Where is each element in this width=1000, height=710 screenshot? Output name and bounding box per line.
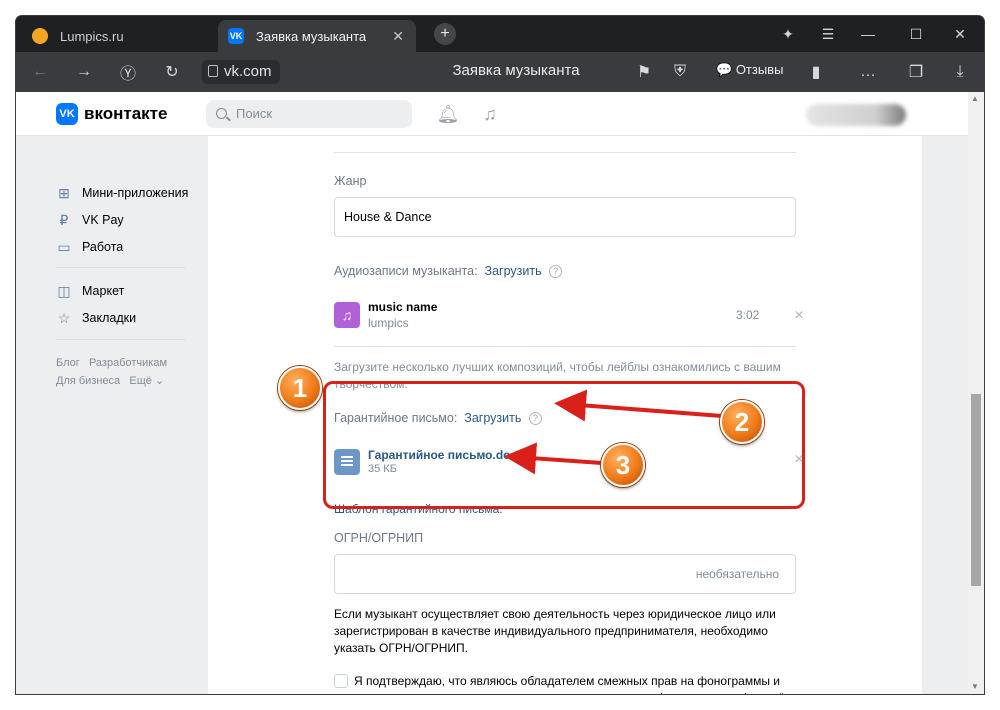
track-divider (334, 346, 796, 347)
vertical-scrollbar[interactable]: ▲ ▼ (968, 92, 984, 694)
sidebar-item-label: Мини-приложения (82, 186, 189, 200)
track-name: music name (368, 300, 438, 314)
page-title: Заявка музыканта (452, 62, 580, 79)
developers-link[interactable]: Разработчикам (89, 357, 167, 369)
close-tab-icon[interactable]: ✕ (392, 28, 404, 45)
scroll-up-icon[interactable]: ▲ (971, 94, 979, 103)
search-placeholder: Поиск (236, 106, 273, 121)
star-icon: ☆ (57, 309, 71, 326)
annotation-marker-3: 3 (601, 443, 645, 487)
sidebar-item-vk-pay[interactable]: ₽ VK Pay (56, 209, 124, 231)
audio-label-row: Аудиозаписи музыканта: Загрузить ? (334, 264, 563, 278)
lumpics-favicon-icon (32, 28, 48, 44)
new-tab-button[interactable]: + (434, 23, 456, 45)
ogrn-placeholder: необязательно (695, 567, 779, 581)
annotation-marker-1: 1 (278, 366, 322, 410)
ogrn-field[interactable]: необязательно (334, 554, 796, 594)
profile-menu[interactable] (806, 104, 906, 126)
genre-field[interactable]: House & Dance (334, 197, 796, 237)
sidebar-item-label: Закладки (82, 311, 137, 325)
scroll-down-icon[interactable]: ▼ (971, 682, 979, 691)
tab-label: Заявка музыканта (256, 28, 367, 44)
vk-header: VK вконтакте Поиск 🔔︎ ♫ (16, 92, 968, 136)
rights-confirm-text: Я подтверждаю, что являюсь обладателем с… (354, 674, 785, 694)
sidebar-item-work[interactable]: ▭ Работа (56, 236, 123, 258)
more-link[interactable]: Ещё (129, 375, 152, 387)
reload-icon[interactable]: ↻ (160, 60, 184, 84)
close-window-button[interactable]: ✕ (940, 16, 980, 52)
vk-logo-icon: VK (56, 103, 78, 125)
music-note-icon[interactable]: ♫ (478, 102, 502, 126)
briefcase-icon: ▭ (57, 238, 71, 255)
download-icon[interactable]: ⤓ (948, 60, 972, 84)
audio-upload-link[interactable]: Загрузить (485, 264, 542, 278)
tab-musician-application[interactable]: VK Заявка музыканта ✕ (218, 20, 416, 52)
ogrn-label: ОГРН/ОГРНИП (334, 531, 424, 545)
tab-bar: Lumpics.ru VK Заявка музыканта ✕ + ✦ ☰ —… (16, 16, 984, 52)
sidebar-item-label: Работа (82, 240, 124, 254)
menu-icon[interactable]: ☰ (808, 16, 848, 52)
track-artist: lumpics (368, 316, 409, 330)
tab-lumpics[interactable]: Lumpics.ru (20, 20, 220, 52)
audio-label: Аудиозаписи музыканта: (334, 264, 478, 278)
sidebar-divider (56, 267, 186, 268)
shopping-bag-icon: ◫ (57, 282, 71, 299)
help-icon[interactable]: ? (549, 265, 563, 278)
sidebar-divider (56, 339, 186, 340)
grid-icon: ⊞ (58, 184, 70, 201)
forward-icon[interactable]: → (72, 60, 96, 84)
scroll-thumb[interactable] (971, 394, 981, 586)
extension-icon[interactable]: ✦ (768, 16, 808, 52)
blog-link[interactable]: Блог (56, 357, 80, 369)
search-icon (216, 108, 227, 119)
vk-logo[interactable]: VK вконтакте (56, 103, 167, 125)
reviews-label: Отзывы (735, 62, 784, 77)
sidebar-item-label: VK Pay (82, 213, 124, 227)
notifications-bell-icon[interactable]: 🔔︎ (436, 102, 460, 126)
yandex-icon[interactable]: Ⓨ (116, 60, 140, 84)
browser-toolbar: ← → Ⓨ ↻ vk.com Заявка музыканта ⚑ ⛨ 💬 От… (16, 52, 984, 92)
protect-icon[interactable]: ⛨ (668, 60, 692, 84)
genre-label: Жанр (334, 174, 367, 188)
chevron-down-icon: ⌄ (154, 375, 165, 387)
sidebar-item-mini-apps[interactable]: ⊞ Мини-приложения (56, 182, 188, 204)
annotation-marker-2: 2 (720, 400, 764, 444)
vk-favicon-icon: VK (228, 28, 244, 44)
ogrn-note: Если музыкант осуществляет свою деятельн… (334, 607, 776, 655)
left-sidebar: ⊞ Мини-приложения ₽ VK Pay ▭ Работа ◫ Ма… (56, 136, 206, 694)
remove-track-icon[interactable]: ✕ (794, 308, 804, 322)
bookmark-icon[interactable]: ▮ (804, 60, 828, 84)
address-bar[interactable]: vk.com (202, 60, 280, 84)
ruble-icon: ₽ (59, 211, 69, 228)
business-link[interactable]: Для бизнеса (56, 375, 120, 387)
sidebar-item-label: Маркет (82, 284, 125, 298)
footer-links-row-1: Блог Разработчикам (56, 357, 167, 369)
back-icon[interactable]: ← (28, 60, 52, 84)
browser-window: Lumpics.ru VK Заявка музыканта ✕ + ✦ ☰ —… (16, 16, 984, 694)
search-input[interactable]: Поиск (206, 100, 412, 128)
translate-icon[interactable]: ⚑ (632, 60, 656, 84)
more-icon[interactable]: … (856, 60, 880, 84)
vk-logo-text: вконтакте (84, 104, 168, 123)
tab-label: Lumpics.ru (60, 28, 124, 44)
track-duration: 3:02 (736, 308, 760, 322)
sidebar-item-bookmarks[interactable]: ☆ Закладки (56, 307, 136, 329)
sidebar-item-market[interactable]: ◫ Маркет (56, 280, 124, 302)
highlight-box (323, 381, 805, 509)
music-note-icon[interactable]: ♫ (334, 302, 360, 328)
rights-confirm-checkbox[interactable] (334, 674, 348, 688)
previous-field-bottom (334, 152, 796, 153)
maximize-button[interactable]: ☐ (896, 16, 936, 52)
collections-icon[interactable]: ❐ (904, 60, 928, 84)
footer-links-row-2: Для бизнеса Ещё ⌄ (56, 374, 164, 387)
reviews-button[interactable]: 💬 Отзывы (716, 62, 783, 78)
minimize-button[interactable]: — (848, 16, 888, 52)
lock-icon (208, 65, 218, 77)
url-text: vk.com (224, 63, 272, 80)
